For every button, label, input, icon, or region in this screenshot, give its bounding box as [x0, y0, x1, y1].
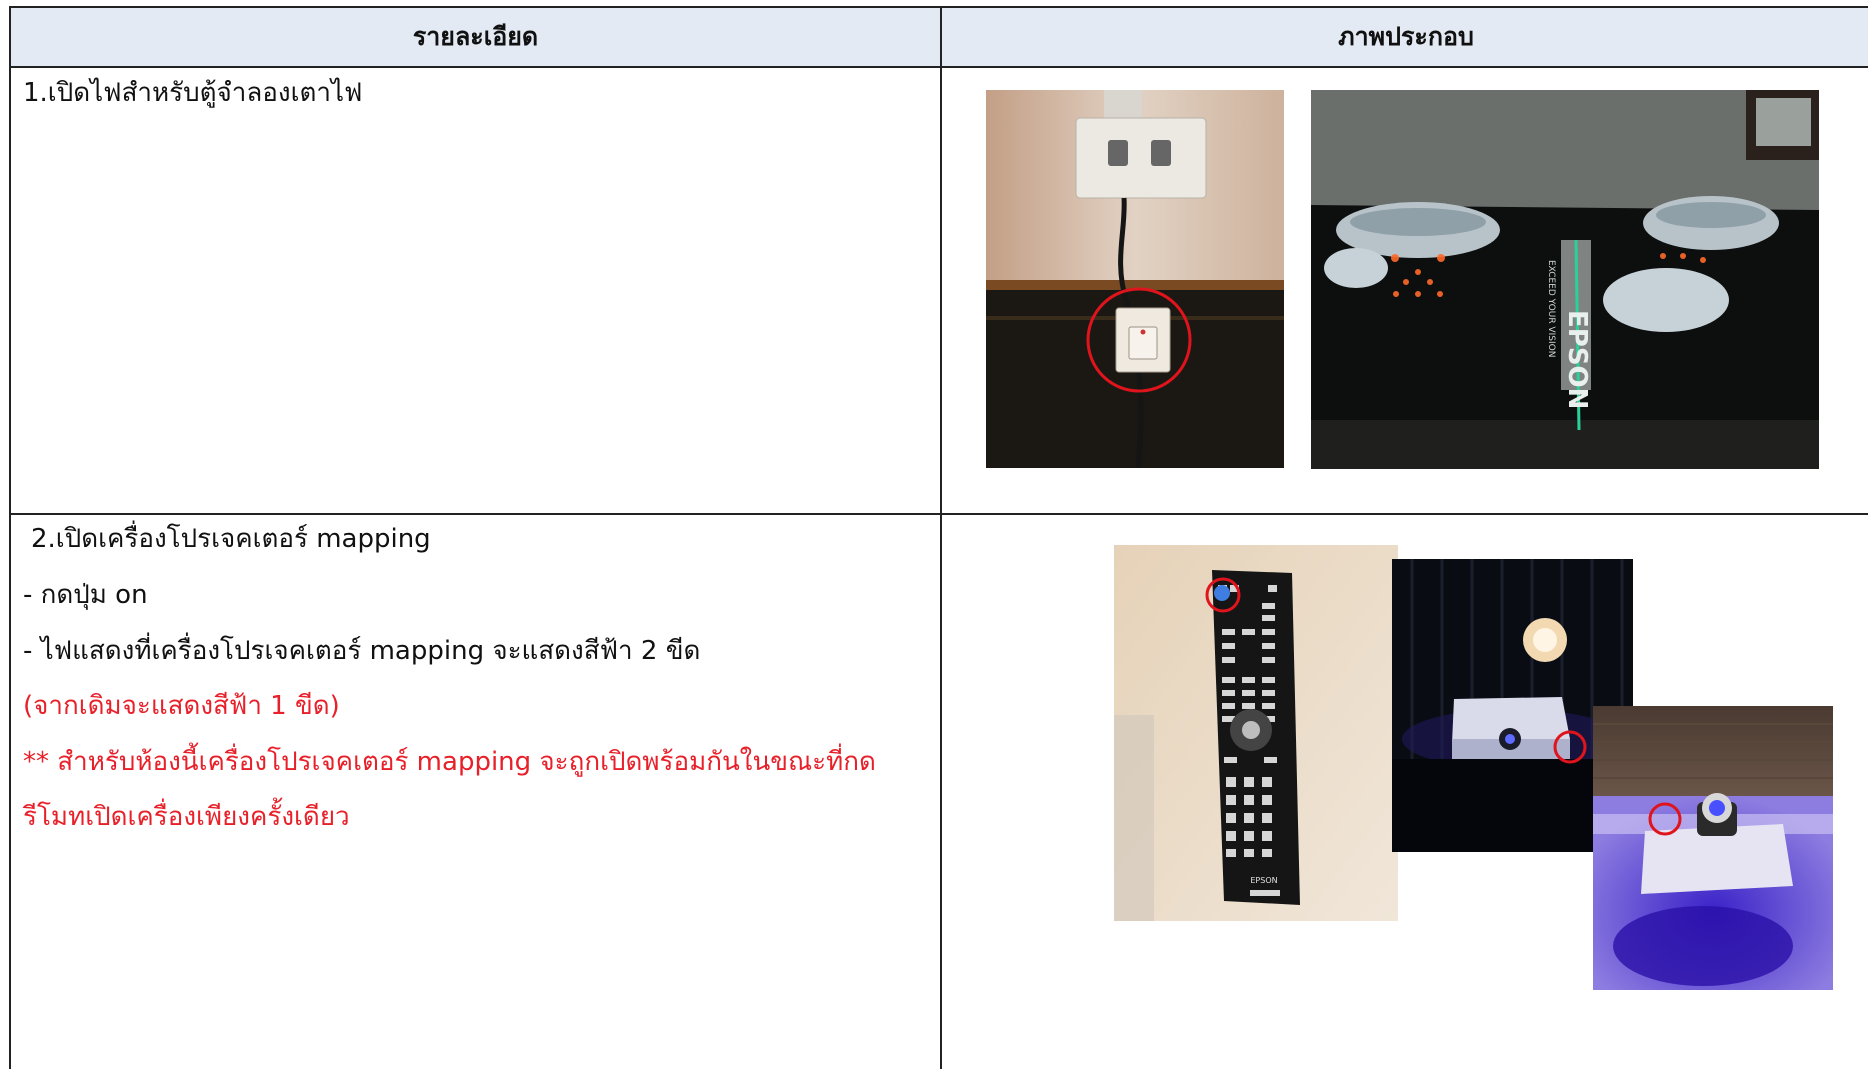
column-divider	[940, 8, 942, 1069]
step-2-note-3: รีโมทเปิดเครื่องเพียงครั้งเดียว	[23, 802, 350, 832]
photo-brand-text: EPSON	[1562, 310, 1592, 409]
photo-projector-top	[1593, 706, 1833, 990]
photo-wall-switch	[986, 90, 1284, 468]
step-2-line-2: - ไฟแสดงที่เครื่องโปรเจคเตอร์ mapping จะ…	[23, 636, 701, 666]
header-details: รายละเอียด	[412, 22, 539, 51]
photo-remote: EPSON	[1114, 545, 1398, 921]
photo-slogan-text: EXCEED YOUR VISION	[1546, 260, 1556, 357]
step-2-note-1: (จากเดิมจะแสดงสีฟ้า 1 ขีด)	[23, 691, 340, 721]
step-2-line-1: - กดปุ่ม on	[23, 580, 148, 610]
row-divider	[11, 513, 1868, 515]
step-2-text: 2.เปิดเครื่องโปรเจคเตอร์ mapping	[31, 524, 431, 554]
header-illustration: ภาพประกอบ	[1338, 22, 1474, 51]
remote-brand-text: EPSON	[1250, 876, 1277, 885]
step-1-text: 1.เปิดไฟสำหรับตู้จำลองเตาไฟ	[23, 78, 363, 108]
step-2-note-2: ** สำหรับห้องนี้เครื่องโปรเจคเตอร์ mappi…	[23, 747, 876, 777]
photo-stove-display: EPSON EXCEED YOUR VISION	[1311, 90, 1819, 469]
